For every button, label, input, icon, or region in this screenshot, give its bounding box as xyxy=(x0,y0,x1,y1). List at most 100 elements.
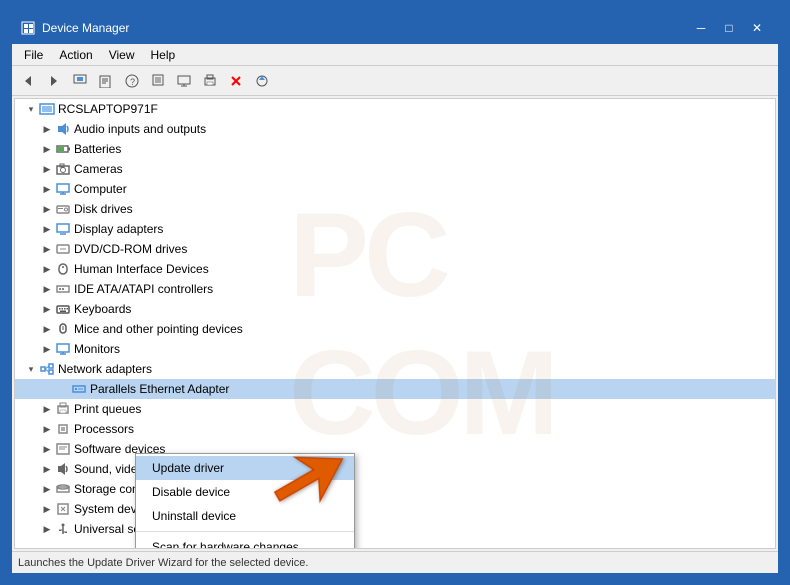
minimize-button[interactable]: ─ xyxy=(688,18,714,38)
tree-network[interactable]: ▾ Network adapters xyxy=(15,359,775,379)
svg-text:?: ? xyxy=(130,77,135,87)
toolbar: ? xyxy=(12,66,778,96)
maximize-button[interactable]: □ xyxy=(716,18,742,38)
context-uninstall-device[interactable]: Uninstall device xyxy=(136,504,354,528)
expand-print[interactable]: ▶ xyxy=(39,401,55,417)
context-scan-changes[interactable]: Scan for hardware changes xyxy=(136,535,354,549)
tree-computer[interactable]: ▶ Computer xyxy=(15,179,775,199)
computer-icon xyxy=(55,181,71,197)
printer-button[interactable] xyxy=(198,69,222,93)
batteries-label: Batteries xyxy=(74,142,121,156)
print-label: Print queues xyxy=(74,402,141,416)
expand-software[interactable]: ▶ xyxy=(39,441,55,457)
tree-hid[interactable]: ▶ Human Interface Devices xyxy=(15,259,775,279)
expand-hid[interactable]: ▶ xyxy=(39,261,55,277)
properties-button[interactable] xyxy=(94,69,118,93)
expand-batteries[interactable]: ▶ xyxy=(39,141,55,157)
tree-processors[interactable]: ▶ Processors xyxy=(15,419,775,439)
tree-software[interactable]: ▶ Software devices xyxy=(15,439,775,459)
keyboards-label: Keyboards xyxy=(74,302,131,316)
display-button[interactable] xyxy=(172,69,196,93)
keyboards-icon xyxy=(55,301,71,317)
expand-usb[interactable]: ▶ xyxy=(39,521,55,537)
update-button[interactable] xyxy=(250,69,274,93)
expand-root[interactable]: ▾ xyxy=(23,101,39,117)
close-button[interactable]: ✕ xyxy=(744,18,770,38)
title-bar: Device Manager ─ □ ✕ xyxy=(12,12,778,44)
expand-mice[interactable]: ▶ xyxy=(39,321,55,337)
menu-view[interactable]: View xyxy=(101,46,143,64)
up-button[interactable] xyxy=(68,69,92,93)
context-disable-device[interactable]: Disable device xyxy=(136,480,354,504)
main-area: PCCOM ▾ RCSLAPTOP971F ▶ Audio inputs and… xyxy=(12,96,778,551)
hid-icon xyxy=(55,261,71,277)
menu-bar: File Action View Help xyxy=(12,44,778,66)
expand-computer[interactable]: ▶ xyxy=(39,181,55,197)
expand-sound[interactable]: ▶ xyxy=(39,461,55,477)
expand-system[interactable]: ▶ xyxy=(39,501,55,517)
sound-icon xyxy=(55,461,71,477)
monitors-icon xyxy=(55,341,71,357)
tree-usb[interactable]: ▶ Universal serial bus controllers xyxy=(15,519,775,539)
scan-button[interactable] xyxy=(146,69,170,93)
tree-batteries[interactable]: ▶ Batteries xyxy=(15,139,775,159)
print-icon xyxy=(55,401,71,417)
ide-icon xyxy=(55,281,71,297)
help-button[interactable]: ? xyxy=(120,69,144,93)
tree-sound[interactable]: ▶ Sound, video and game controllers xyxy=(15,459,775,479)
hid-label: Human Interface Devices xyxy=(74,262,209,276)
expand-dvd[interactable]: ▶ xyxy=(39,241,55,257)
cameras-label: Cameras xyxy=(74,162,123,176)
expand-monitors[interactable]: ▶ xyxy=(39,341,55,357)
tree-cameras[interactable]: ▶ Cameras xyxy=(15,159,775,179)
monitors-label: Monitors xyxy=(74,342,120,356)
tree-display[interactable]: ▶ Display adapters xyxy=(15,219,775,239)
processors-label: Processors xyxy=(74,422,134,436)
remove-button[interactable] xyxy=(224,69,248,93)
expand-storage[interactable]: ▶ xyxy=(39,481,55,497)
tree-monitors[interactable]: ▶ Monitors xyxy=(15,339,775,359)
expand-audio[interactable]: ▶ xyxy=(39,121,55,137)
menu-action[interactable]: Action xyxy=(51,46,100,64)
network-icon xyxy=(39,361,55,377)
batteries-icon xyxy=(55,141,71,157)
expand-parallels xyxy=(55,381,71,397)
menu-help[interactable]: Help xyxy=(143,46,184,64)
display-icon xyxy=(55,221,71,237)
expand-processors[interactable]: ▶ xyxy=(39,421,55,437)
back-button[interactable] xyxy=(16,69,40,93)
context-sep-1 xyxy=(136,531,354,532)
expand-network[interactable]: ▾ xyxy=(23,361,39,377)
tree-mice[interactable]: ▶ Mice and other pointing devices xyxy=(15,319,775,339)
expand-cameras[interactable]: ▶ xyxy=(39,161,55,177)
expand-display[interactable]: ▶ xyxy=(39,221,55,237)
display-label: Display adapters xyxy=(74,222,163,236)
audio-icon xyxy=(55,121,71,137)
root-label: RCSLAPTOP971F xyxy=(58,102,158,116)
dvd-label: DVD/CD-ROM drives xyxy=(74,242,187,256)
forward-button[interactable] xyxy=(42,69,66,93)
tree-ide[interactable]: ▶ IDE ATA/ATAPI controllers xyxy=(15,279,775,299)
expand-keyboards[interactable]: ▶ xyxy=(39,301,55,317)
expand-ide[interactable]: ▶ xyxy=(39,281,55,297)
tree-audio[interactable]: ▶ Audio inputs and outputs xyxy=(15,119,775,139)
status-bar: Launches the Update Driver Wizard for th… xyxy=(12,551,778,573)
usb-icon xyxy=(55,521,71,537)
tree-parallels[interactable]: Parallels Ethernet Adapter xyxy=(15,379,775,399)
tree-dvd[interactable]: ▶ DVD/CD-ROM drives xyxy=(15,239,775,259)
tree-storage[interactable]: ▶ Storage controllers xyxy=(15,479,775,499)
tree-keyboards[interactable]: ▶ Keyboards xyxy=(15,299,775,319)
menu-file[interactable]: File xyxy=(16,46,51,64)
status-text: Launches the Update Driver Wizard for th… xyxy=(18,557,308,569)
system-icon xyxy=(55,501,71,517)
tree-system[interactable]: ▶ System devices xyxy=(15,499,775,519)
tree-disk[interactable]: ▶ Disk drives xyxy=(15,199,775,219)
device-tree[interactable]: PCCOM ▾ RCSLAPTOP971F ▶ Audio inputs and… xyxy=(14,98,776,549)
context-update-driver[interactable]: Update driver xyxy=(136,456,354,480)
expand-disk[interactable]: ▶ xyxy=(39,201,55,217)
tree-root[interactable]: ▾ RCSLAPTOP971F xyxy=(15,99,775,119)
mice-icon xyxy=(55,321,71,337)
ide-label: IDE ATA/ATAPI controllers xyxy=(74,282,213,296)
storage-icon xyxy=(55,481,71,497)
tree-print[interactable]: ▶ Print queues xyxy=(15,399,775,419)
